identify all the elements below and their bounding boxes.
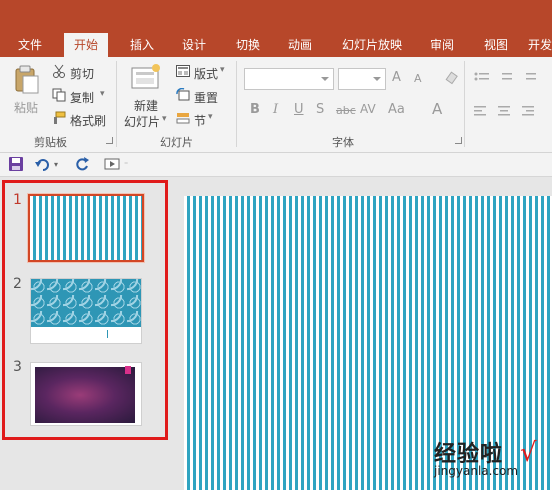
copy-button[interactable]: 复制 (70, 89, 94, 106)
quick-access-toolbar: ▾ ⁼ (0, 153, 552, 177)
tab-insert[interactable]: 插入 (120, 33, 164, 57)
customize-qat-icon[interactable]: ⁼ (124, 160, 132, 176)
ribbon-tabs: 文件 开始 插入 设计 切换 动画 幻灯片放映 审阅 视图 开发 (0, 33, 552, 57)
chevron-down-icon (321, 77, 329, 81)
layout-button[interactable]: 版式 (194, 65, 218, 82)
section-button[interactable]: 节 (194, 112, 206, 129)
redo-icon[interactable] (74, 156, 90, 172)
copy-icon[interactable] (52, 88, 66, 102)
clipboard-group-label: 剪贴板 (34, 136, 67, 149)
group-divider (236, 61, 237, 147)
font-name-combo[interactable] (244, 68, 334, 90)
undo-icon[interactable] (34, 156, 50, 172)
watermark-url: jingyanla.com (434, 464, 519, 478)
copy-dropdown-arrow[interactable]: ▾ (100, 89, 105, 99)
clear-formatting-icon[interactable] (444, 71, 458, 85)
tab-review[interactable]: 审阅 (420, 33, 464, 57)
font-launcher-icon[interactable] (455, 137, 462, 144)
ribbon: 粘贴 剪切 复制 ▾ 格式刷 剪贴板 新建 幻灯片 ▾ 版式 ▾ 重置 节 ▾ … (0, 57, 552, 153)
tab-animations[interactable]: 动画 (278, 33, 322, 57)
new-slide-dropdown-arrow[interactable]: ▾ (162, 114, 167, 124)
new-slide-button-line2[interactable]: 幻灯片 (124, 113, 160, 130)
layout-dropdown-arrow[interactable]: ▾ (220, 65, 225, 75)
bold-button[interactable]: B (250, 102, 260, 117)
group-divider (464, 61, 465, 147)
title-bar (0, 0, 552, 33)
section-icon[interactable] (176, 111, 190, 125)
tab-view[interactable]: 视图 (474, 33, 518, 57)
tab-file[interactable]: 文件 (8, 33, 52, 57)
tab-transitions[interactable]: 切换 (226, 33, 270, 57)
clipboard-launcher-icon[interactable] (106, 137, 113, 144)
shadow-button[interactable]: S (316, 102, 324, 117)
new-slide-icon[interactable] (130, 63, 162, 91)
format-painter-button[interactable]: 格式刷 (70, 112, 106, 129)
scissors-icon[interactable] (52, 64, 66, 78)
cut-button[interactable]: 剪切 (70, 65, 94, 82)
reset-button[interactable]: 重置 (194, 89, 218, 106)
font-color-button[interactable]: A (432, 100, 442, 118)
font-group-label: 字体 (332, 136, 354, 149)
tab-developer[interactable]: 开发 (528, 33, 552, 57)
undo-dropdown-arrow[interactable]: ▾ (54, 160, 62, 176)
change-case-button[interactable]: Aa (388, 102, 405, 117)
watermark: 经验啦 jingyanla.com √ (420, 436, 550, 488)
save-icon[interactable] (8, 156, 24, 172)
section-dropdown-arrow[interactable]: ▾ (208, 112, 213, 122)
list-buttons-icon[interactable] (474, 71, 552, 85)
underline-button[interactable]: U (294, 102, 304, 117)
tab-design[interactable]: 设计 (172, 33, 216, 57)
italic-button[interactable]: I (273, 102, 278, 117)
align-buttons-icon[interactable] (474, 104, 552, 118)
chevron-down-icon (373, 77, 381, 81)
highlight-box (2, 180, 168, 440)
tab-slideshow[interactable]: 幻灯片放映 (332, 33, 412, 57)
tab-home[interactable]: 开始 (64, 33, 108, 57)
paste-icon[interactable] (14, 65, 40, 95)
strikethrough-button[interactable]: abc (336, 104, 356, 117)
grow-font-button[interactable]: A (392, 70, 401, 85)
new-slide-button[interactable]: 新建 (134, 97, 158, 114)
format-painter-icon[interactable] (52, 111, 66, 125)
char-spacing-button[interactable]: AV (360, 102, 376, 116)
layout-icon[interactable] (176, 65, 190, 77)
shrink-font-button[interactable]: A (414, 72, 422, 85)
group-divider (116, 61, 117, 147)
font-size-combo[interactable] (338, 68, 386, 90)
reset-icon[interactable] (176, 87, 190, 102)
watermark-check-icon: √ (520, 438, 537, 468)
paste-button[interactable]: 粘贴 (14, 99, 38, 116)
slides-group-label: 幻灯片 (160, 136, 193, 149)
start-from-beginning-icon[interactable] (104, 156, 120, 172)
